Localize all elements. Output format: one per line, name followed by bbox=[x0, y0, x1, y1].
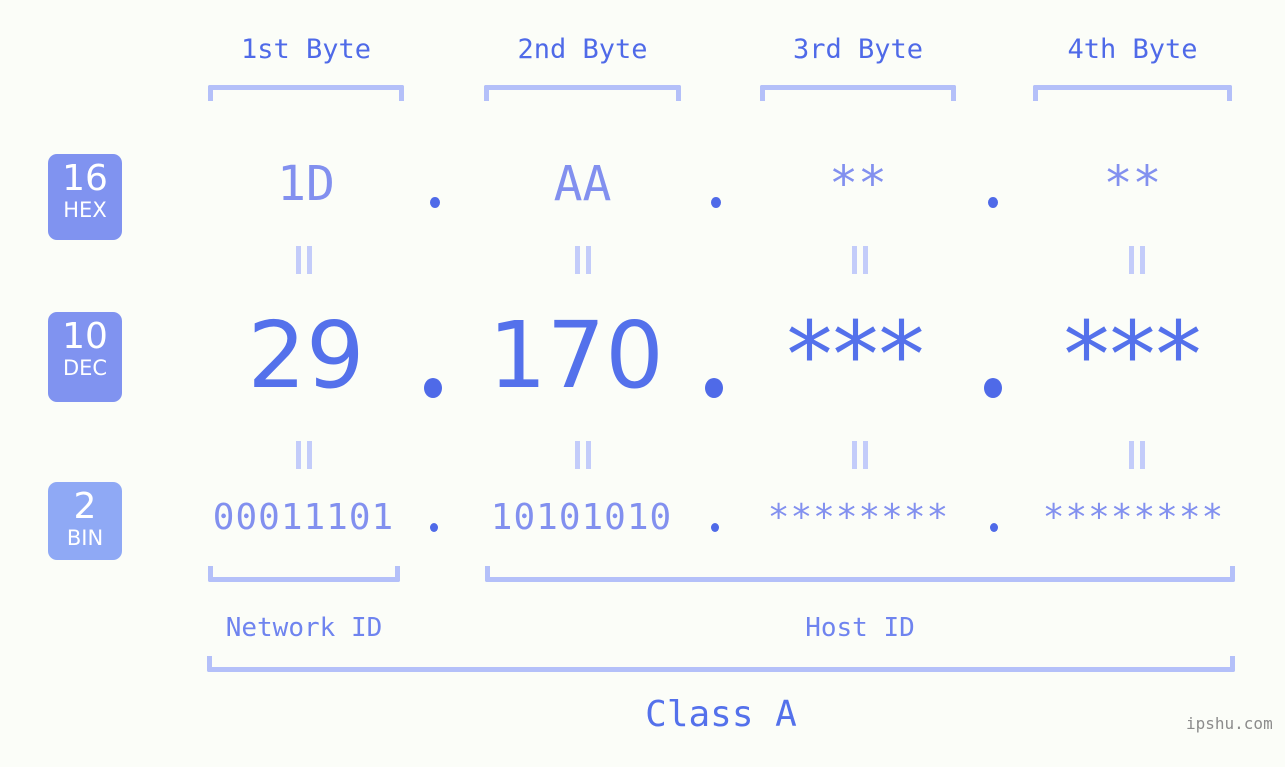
dec-dot-2 bbox=[705, 378, 723, 398]
base-badge-hex: 16 HEX bbox=[48, 154, 122, 240]
equals-mark-hex-dec-3 bbox=[851, 246, 869, 274]
equals-mark-dec-bin-3 bbox=[851, 441, 869, 469]
dec-byte-3: *** bbox=[786, 302, 925, 409]
network-id-bracket bbox=[208, 566, 400, 582]
base-badge-dec-number: 10 bbox=[62, 316, 108, 357]
byte-bracket-3 bbox=[760, 85, 956, 101]
byte-bracket-2 bbox=[484, 85, 681, 101]
base-badge-dec-abbr: DEC bbox=[62, 356, 108, 380]
dec-dot-1 bbox=[424, 378, 442, 398]
byte-header-4: 4th Byte bbox=[1067, 34, 1198, 65]
network-id-label: Network ID bbox=[225, 613, 383, 643]
hex-dot-2 bbox=[711, 197, 721, 208]
equals-mark-dec-bin-2 bbox=[574, 441, 592, 469]
base-badge-hex-number: 16 bbox=[62, 158, 108, 199]
dec-dot-3 bbox=[984, 378, 1002, 398]
base-badge-bin-number: 2 bbox=[73, 486, 97, 527]
byte-header-1: 1st Byte bbox=[240, 34, 372, 65]
dec-byte-2: 170 bbox=[488, 302, 664, 409]
ip-address-breakdown-diagram: 1st Byte 2nd Byte 3rd Byte 4th Byte 16 H… bbox=[0, 0, 1285, 767]
bin-dot-1 bbox=[430, 523, 438, 532]
bin-byte-2: 10101010 bbox=[490, 497, 673, 538]
byte-header-2: 2nd Byte bbox=[517, 34, 648, 65]
bin-byte-1: 00011101 bbox=[212, 497, 395, 538]
bin-dot-3 bbox=[990, 523, 998, 532]
hex-byte-4: ** bbox=[1103, 156, 1162, 212]
byte-bracket-4 bbox=[1033, 85, 1232, 101]
equals-mark-hex-dec-4 bbox=[1128, 246, 1146, 274]
hex-byte-1: 1D bbox=[277, 156, 335, 212]
class-bracket bbox=[207, 656, 1235, 672]
byte-header-3: 3rd Byte bbox=[792, 34, 924, 65]
hex-dot-3 bbox=[988, 197, 998, 208]
base-badge-dec: 10 DEC bbox=[48, 312, 122, 402]
base-badge-hex-abbr: HEX bbox=[63, 198, 107, 222]
hex-byte-2: AA bbox=[553, 156, 612, 212]
equals-mark-dec-bin-4 bbox=[1128, 441, 1146, 469]
bin-dot-2 bbox=[711, 523, 719, 532]
base-badge-bin: 2 BIN bbox=[48, 482, 122, 560]
equals-mark-hex-dec-1 bbox=[295, 246, 313, 274]
equals-mark-hex-dec-2 bbox=[574, 246, 592, 274]
byte-bracket-1 bbox=[208, 85, 404, 101]
hex-byte-3: ** bbox=[829, 156, 887, 212]
class-label: Class A bbox=[645, 694, 797, 735]
dec-byte-1: 29 bbox=[247, 302, 365, 409]
dec-byte-4: *** bbox=[1063, 302, 1202, 409]
base-badge-bin-abbr: BIN bbox=[66, 526, 104, 550]
host-id-label: Host ID bbox=[805, 613, 915, 643]
bin-byte-4: ******** bbox=[1042, 497, 1225, 538]
bin-byte-3: ******** bbox=[767, 497, 950, 538]
equals-mark-dec-bin-1 bbox=[295, 441, 313, 469]
hex-dot-1 bbox=[430, 197, 440, 208]
site-watermark: ipshu.com bbox=[1186, 714, 1273, 733]
host-id-bracket bbox=[485, 566, 1235, 582]
